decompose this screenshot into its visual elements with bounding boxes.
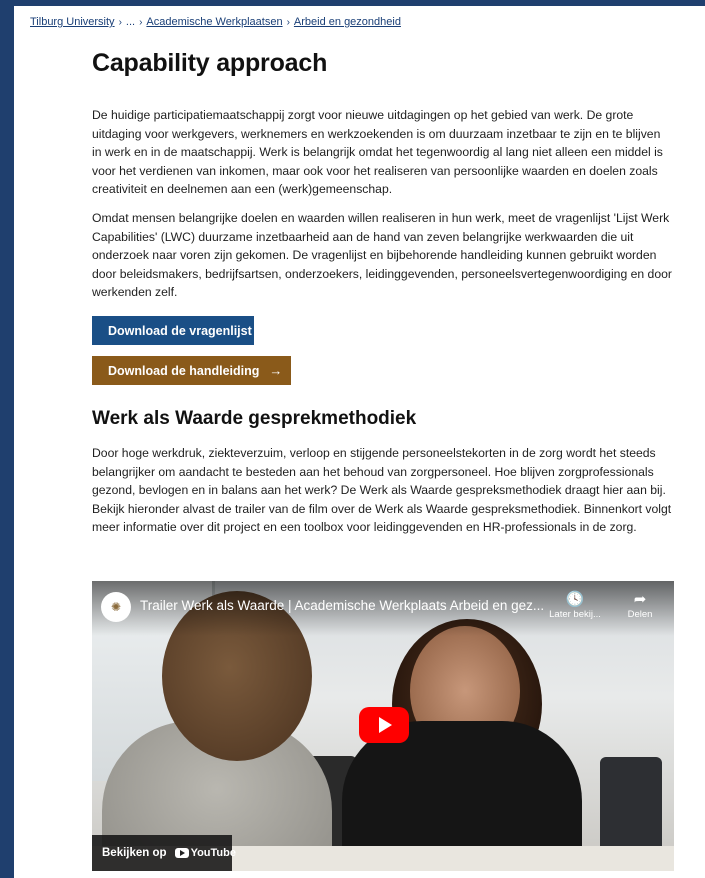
- download-manual-button[interactable]: Download de handleiding →: [92, 356, 291, 385]
- breadcrumb-link-arbeid[interactable]: Arbeid en gezondheid: [294, 16, 401, 28]
- watch-later-button[interactable]: 🕓 Later bekij...: [545, 591, 605, 620]
- section-paragraph: Door hoge werkdruk, ziekteverzuim, verlo…: [92, 446, 672, 535]
- download-manual-label: Download de handleiding: [108, 363, 260, 378]
- page-title: Capability approach: [92, 49, 328, 77]
- lwc-paragraph: Omdat mensen belangrijke doelen en waard…: [92, 211, 672, 300]
- share-label: Delen: [627, 609, 653, 620]
- arrow-right-icon: →: [269, 363, 283, 378]
- share-icon: ➦: [633, 591, 647, 608]
- watch-later-label: Later bekij...: [549, 609, 601, 620]
- page-card: Tilburg University › ... › Academische W…: [14, 6, 705, 878]
- share-button[interactable]: ➦ Delen: [610, 591, 670, 620]
- youtube-logo-text: YouTube: [190, 847, 236, 859]
- breadcrumb-link-tilburg[interactable]: Tilburg University: [30, 16, 115, 28]
- breadcrumb-separator: ›: [118, 16, 122, 28]
- breadcrumb-link-werkplaatsen[interactable]: Academische Werkplaatsen: [146, 16, 282, 28]
- watch-on-youtube-button[interactable]: Bekijken op YouTube: [92, 835, 236, 871]
- breadcrumb: Tilburg University › ... › Academische W…: [30, 16, 401, 28]
- intro-paragraph: De huidige participatiemaatschappij zorg…: [92, 108, 663, 197]
- breadcrumb-separator: ›: [286, 16, 290, 28]
- section-heading: Werk als Waarde gesprekmethodiek: [92, 408, 417, 429]
- breadcrumb-ellipsis[interactable]: ...: [126, 16, 135, 28]
- youtube-logo-icon: YouTube: [174, 847, 236, 859]
- download-questionnaire-button[interactable]: Download de vragenlijst →: [92, 316, 275, 345]
- video-player[interactable]: ✺ Trailer Werk als Waarde | Academische …: [92, 581, 674, 871]
- video-title[interactable]: Trailer Werk als Waarde | Academische We…: [140, 598, 550, 613]
- download-questionnaire-label: Download de vragenlijst: [108, 323, 252, 338]
- watch-on-label: Bekijken op: [102, 847, 167, 859]
- breadcrumb-separator: ›: [139, 16, 143, 28]
- clock-icon: 🕓: [565, 591, 585, 608]
- play-button[interactable]: [359, 707, 409, 743]
- arrow-right-icon: →: [261, 323, 275, 338]
- channel-logo-icon[interactable]: ✺: [101, 592, 131, 622]
